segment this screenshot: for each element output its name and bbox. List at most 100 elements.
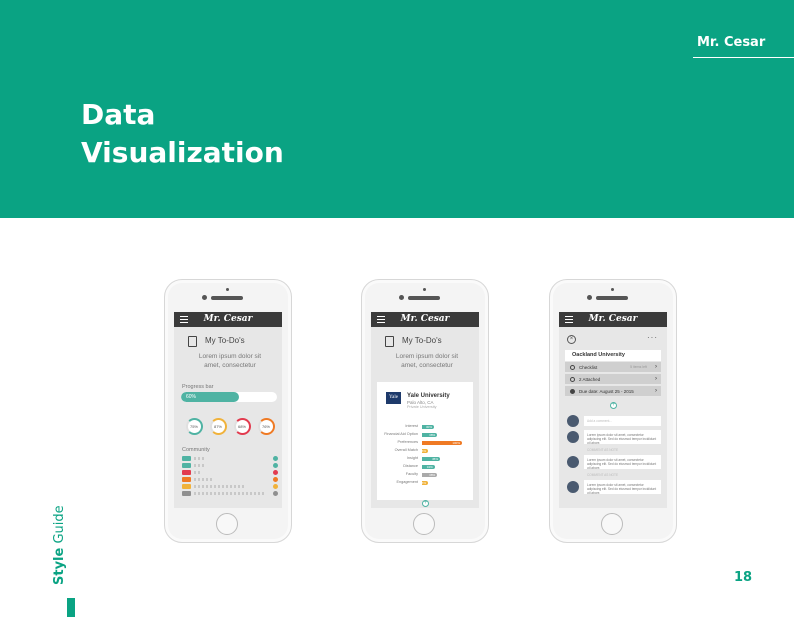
bar-row: Engagement 15% (377, 480, 473, 485)
comment-link[interactable]: COMMENT AS NOTE (587, 448, 657, 452)
todo-title: My To-Do's (402, 336, 442, 345)
title-line-1: Data (81, 98, 156, 131)
community-indicator (273, 491, 278, 496)
bar-label: Insight (406, 456, 418, 460)
bar: 32% (422, 464, 435, 469)
phone-camera (202, 295, 207, 300)
bar-row: Interest 30% (377, 424, 473, 429)
attachments-row[interactable]: 2 Attached › (565, 374, 661, 385)
avatar (567, 415, 579, 427)
app-logo: Mr. Cesar (400, 314, 450, 324)
community-indicator (273, 477, 278, 482)
side-label-rest: Guide (52, 505, 67, 544)
donut-label: 75% (189, 424, 198, 429)
comment-text: Lorem ipsum dolor sit amet, consectetur … (587, 483, 657, 495)
avatar (567, 481, 579, 493)
comment-text: Lorem ipsum dolor sit amet, consectetur … (587, 458, 657, 470)
community-tag (182, 456, 191, 461)
app-logo: Mr. Cesar (588, 314, 638, 324)
row-label: Due date: August 25 - 2015 (579, 389, 634, 394)
school-type: Private University (407, 405, 437, 409)
bar-value: 30% (425, 424, 432, 429)
checklist-icon (188, 336, 197, 347)
community-indicator (273, 456, 278, 461)
donut-chart: 68% (234, 418, 251, 435)
bar-label: Faculty (405, 472, 418, 476)
donut-label: 87% (213, 424, 222, 429)
bar-value: 45% (431, 456, 438, 461)
paperclip-icon (570, 377, 575, 382)
donut-chart: 75% (186, 418, 203, 435)
chevron-right-icon: › (655, 388, 657, 394)
row-label: 2 Attached (579, 377, 601, 382)
row-label: Checklist (579, 365, 598, 370)
app-bar: Mr. Cesar (559, 312, 667, 327)
community-row (182, 463, 278, 468)
phone-sensor (611, 288, 614, 291)
phone-camera (399, 295, 404, 300)
bar-label: Distance (403, 464, 418, 468)
people-icons (194, 492, 264, 495)
todo-subtitle-line-2: amet, consectetur (204, 362, 256, 369)
community-tag (182, 463, 191, 468)
school-card[interactable]: Yale Yale University Palo Alto, CA Priva… (377, 382, 473, 500)
people-icons (194, 485, 245, 488)
todo-subtitle: Lorem ipsum dolor sit amet, consectetur (184, 352, 276, 370)
community-row (182, 456, 278, 461)
bar-value: 38% (429, 472, 436, 477)
bar: 100% (422, 440, 462, 445)
people-icons (194, 464, 206, 467)
donut-label: 76% (261, 424, 270, 429)
comment-placeholder: Add a comment... (587, 419, 612, 423)
community-tag (182, 477, 191, 482)
todo-subtitle: Lorem ipsum dolor sit amet, consectetur (381, 352, 473, 370)
phone-camera (587, 295, 592, 300)
community-tag (182, 470, 191, 475)
brand-name: Mr. Cesar (697, 35, 766, 50)
phone-speaker (408, 296, 440, 300)
bar-row: Insight 45% (377, 456, 473, 461)
add-icon[interactable]: + (610, 402, 617, 409)
bar-label: Preferences (397, 440, 418, 444)
community-indicator (273, 484, 278, 489)
progress-label: Progress bar (182, 384, 214, 390)
side-label-bold: Style (52, 547, 67, 585)
community-indicator (273, 463, 278, 468)
page-number: 18 (734, 570, 753, 585)
phone-screen: Mr. Cesar My To-Do's Lorem ipsum dolor s… (174, 312, 282, 508)
school-name: Yale University (407, 393, 450, 399)
home-button[interactable] (601, 513, 623, 535)
brand-divider (693, 57, 794, 58)
home-button[interactable] (216, 513, 238, 535)
phone-sensor (226, 288, 229, 291)
bar: 15% (420, 480, 428, 485)
close-icon[interactable]: × (567, 335, 576, 344)
community-indicator (273, 470, 278, 475)
phone-mockup-progress: Mr. Cesar My To-Do's Lorem ipsum dolor s… (164, 279, 292, 543)
page-title: Data Visualization (81, 96, 284, 172)
checklist-row[interactable]: Checklist 5 items left › (565, 362, 661, 373)
checklist-icon (385, 336, 394, 347)
clock-icon (570, 389, 575, 394)
phone-screen: Mr. Cesar My To-Do's Lorem ipsum dolor s… (371, 312, 479, 508)
todo-subtitle-line-1: Lorem ipsum dolor sit (198, 353, 262, 360)
bar: 38% (422, 432, 438, 437)
avatar (567, 456, 579, 468)
side-accent-bar (67, 598, 75, 617)
home-button[interactable] (413, 513, 435, 535)
bar: 45% (422, 456, 440, 461)
school-name: Oackland University (565, 350, 661, 361)
community-tag (182, 484, 191, 489)
chevron-right-icon: › (655, 364, 657, 370)
community-row (182, 477, 278, 482)
more-options-icon[interactable]: ··· (647, 333, 658, 342)
header-banner: Mr. Cesar Data Visualization (0, 0, 794, 218)
comment-link[interactable]: COMMENT AS NOTE (587, 473, 657, 477)
add-icon[interactable]: + (422, 500, 429, 507)
people-icons (194, 457, 204, 460)
bar-label: Financial Aid Option (384, 432, 418, 436)
bar-value: 38% (429, 432, 436, 437)
due-date-row[interactable]: Due date: August 25 - 2015 › (565, 386, 661, 397)
phone-speaker (596, 296, 628, 300)
donut-chart: 87% (210, 418, 227, 435)
